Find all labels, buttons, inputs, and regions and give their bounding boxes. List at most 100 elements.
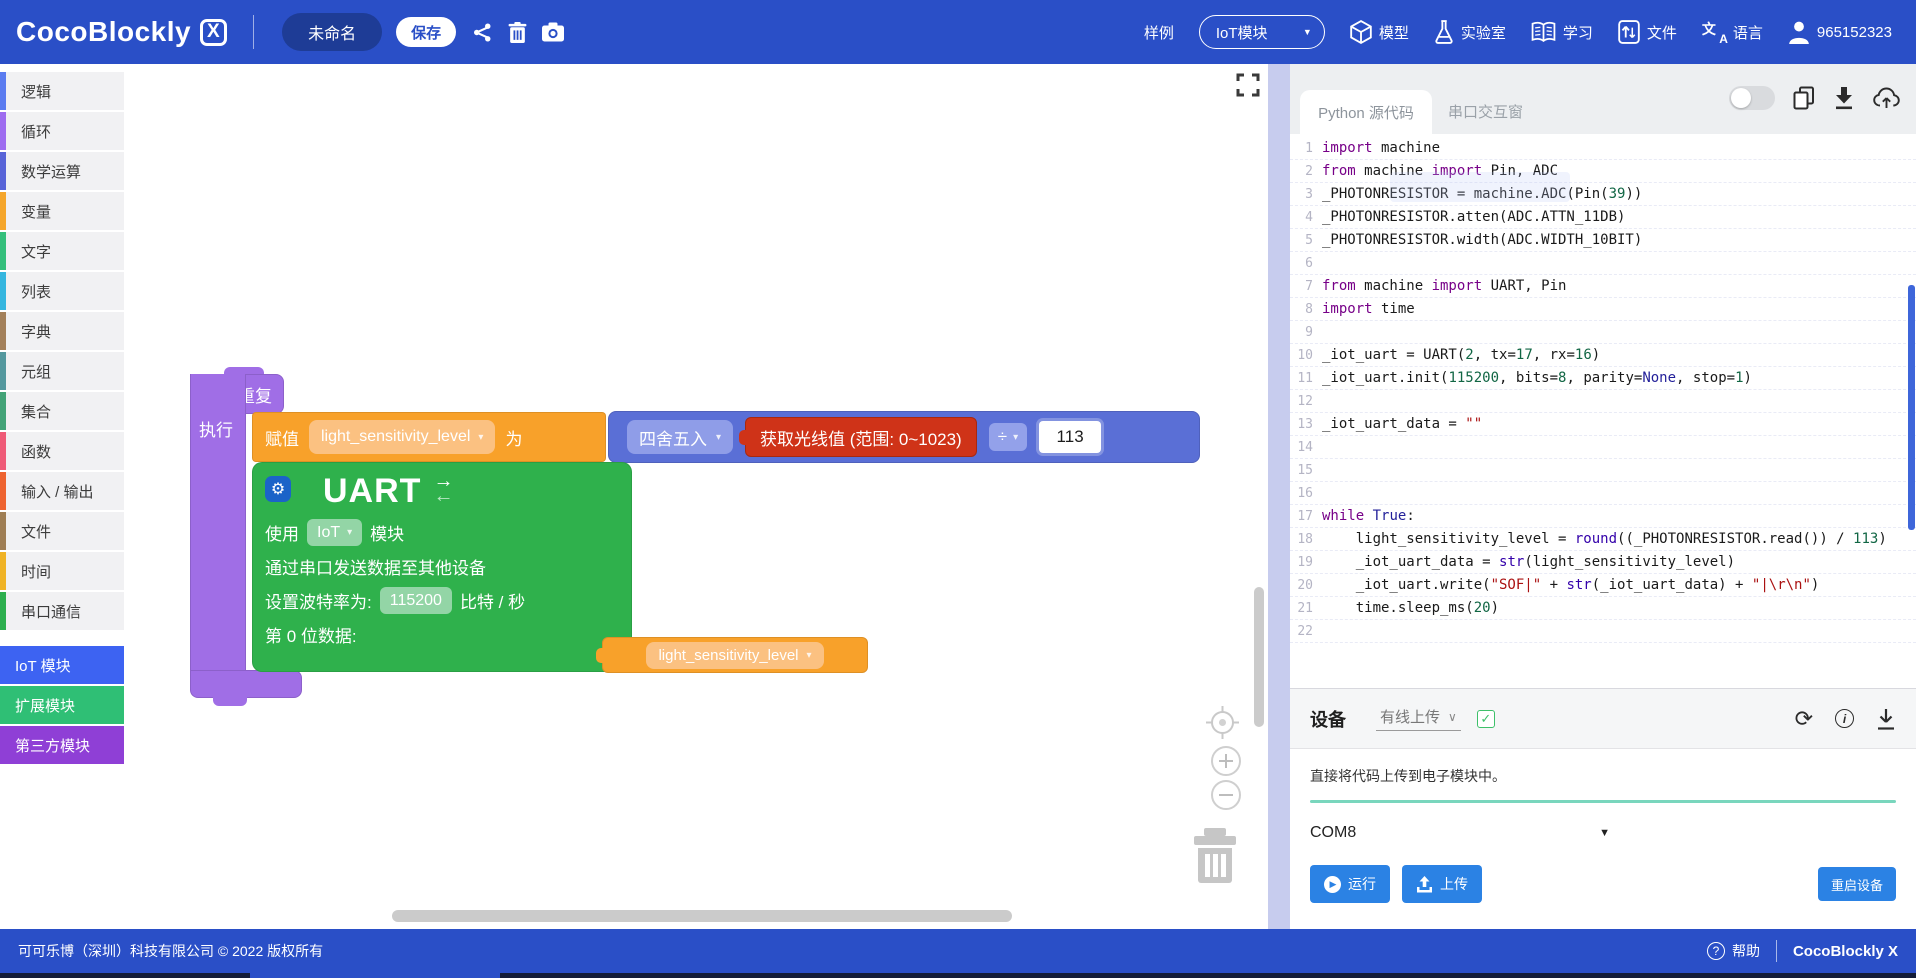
code-text: import machine (1322, 140, 1440, 156)
blockly-workspace[interactable]: 一直重复 执行 赋值 light_sensitivity_level ▾ 为 四… (124, 64, 1268, 929)
block-connector-nub (739, 430, 748, 445)
logo-text: CocoBlockly (16, 16, 191, 48)
operator-dropdown[interactable]: ÷ ▾ (989, 423, 1027, 451)
screenshot-icon[interactable] (542, 22, 564, 42)
math-expression-block[interactable]: 四舍五入 ▾ 获取光线值 (范围: 0~1023) ÷ ▾ 113 (608, 411, 1200, 463)
round-dropdown[interactable]: 四舍五入 ▾ (627, 420, 733, 454)
tab-serial-monitor[interactable]: 串口交互窗 (1448, 101, 1523, 122)
refresh-devices-icon[interactable]: ⟳ (1795, 709, 1813, 729)
sidebar-module-item[interactable]: 扩展模块 (0, 686, 124, 724)
sidebar-item[interactable]: 元组 (0, 352, 124, 390)
fullscreen-icon[interactable] (1236, 73, 1260, 97)
trash-icon[interactable] (1190, 826, 1240, 884)
variable-value-block[interactable]: light_sensitivity_level ▾ (602, 637, 868, 673)
light-sensor-block[interactable]: 获取光线值 (范围: 0~1023) (745, 417, 977, 457)
logo-x-badge: X (200, 19, 227, 46)
code-line: 15 (1290, 459, 1916, 482)
sidebar-item[interactable]: 输入 / 输出 (0, 472, 124, 510)
sidebar-item[interactable]: 逻辑 (0, 72, 124, 110)
module-type-select[interactable]: IoT模块 ▼ (1199, 15, 1325, 49)
sidebar-item[interactable]: 字典 (0, 312, 124, 350)
code-text: light_sensitivity_level = round((_PHOTON… (1322, 531, 1887, 547)
sidebar-item[interactable]: 文件 (0, 512, 124, 550)
uart-send-block[interactable]: ⚙ UART → ← 使用 IoT ▾ 模块 通过串口发送数据至其他设备 设置波… (252, 462, 632, 672)
com-port-select[interactable]: COM8 ▼ (1310, 824, 1610, 842)
code-line: 14 (1290, 436, 1916, 459)
code-text: _PHOTONRESISTOR.width(ADC.WIDTH_10BIT) (1322, 232, 1642, 248)
nav-language[interactable]: 文A 语言 (1702, 21, 1763, 43)
nav-files[interactable]: 文件 (1618, 20, 1677, 44)
sidebar-module-item[interactable]: 第三方模块 (0, 726, 124, 764)
progress-bar (1310, 800, 1896, 803)
zoom-in-icon[interactable] (1210, 745, 1242, 777)
cloud-upload-icon[interactable] (1873, 86, 1900, 110)
tab-python-source[interactable]: Python 源代码 (1300, 90, 1432, 134)
chevron-down-icon: ▼ (1303, 27, 1312, 37)
block-category-sidebar: 逻辑循环数学运算变量文字列表字典元组集合函数输入 / 输出文件时间串口通信 Io… (0, 64, 124, 929)
line-number: 3 (1290, 187, 1322, 202)
delete-icon[interactable] (508, 22, 527, 43)
divisor-number-field[interactable]: 113 (1039, 421, 1101, 453)
variable-dropdown[interactable]: light_sensitivity_level ▾ (646, 642, 823, 669)
sidebar-item[interactable]: 函数 (0, 432, 124, 470)
code-line: 19 _iot_uart_data = str(light_sensitivit… (1290, 551, 1916, 574)
code-line: 21 time.sleep_ms(20) (1290, 597, 1916, 620)
code-scrollbar[interactable] (1908, 285, 1915, 530)
nav-model[interactable]: 模型 (1350, 20, 1409, 44)
info-icon[interactable]: i (1835, 709, 1854, 728)
line-number: 22 (1290, 624, 1322, 639)
sidebar-item[interactable]: 时间 (0, 552, 124, 590)
restart-device-button[interactable]: 重启设备 (1818, 867, 1896, 901)
flask-icon (1434, 20, 1454, 44)
code-line: 10_iot_uart = UART(2, tx=17, rx=16) (1290, 344, 1916, 367)
model-cube-icon (1350, 20, 1372, 44)
code-line: 1import machine (1290, 137, 1916, 160)
filename-pill[interactable]: 未命名 (282, 13, 382, 51)
firmware-download-icon[interactable] (1876, 708, 1896, 730)
nav-learn[interactable]: 学习 (1531, 21, 1593, 43)
repeat-block-bottom[interactable] (190, 670, 302, 698)
run-button[interactable]: ▶ 运行 (1310, 865, 1390, 903)
sidebar-item[interactable]: 数学运算 (0, 152, 124, 190)
center-view-icon[interactable] (1204, 704, 1241, 741)
upload-mode-select[interactable]: 有线上传 ∨ (1376, 706, 1461, 731)
send-description: 通过串口发送数据至其他设备 (265, 554, 486, 579)
samples-link[interactable]: 样例 (1144, 22, 1174, 43)
upload-button[interactable]: 上传 (1402, 865, 1482, 903)
share-icon[interactable] (472, 22, 493, 43)
baud-rate-field[interactable]: 115200 (380, 587, 452, 614)
line-number: 18 (1290, 532, 1322, 547)
set-variable-block[interactable]: 赋值 light_sensitivity_level ▾ 为 (252, 412, 606, 462)
gear-icon[interactable]: ⚙ (265, 476, 291, 502)
sidebar-item[interactable]: 文字 (0, 232, 124, 270)
save-button[interactable]: 保存 (396, 17, 456, 47)
canvas-vertical-scrollbar[interactable] (1254, 587, 1264, 727)
nav-lab[interactable]: 实验室 (1434, 20, 1506, 44)
sidebar-item[interactable]: 列表 (0, 272, 124, 310)
sidebar-item[interactable]: 循环 (0, 112, 124, 150)
mode-checkbox[interactable]: ✓ (1477, 710, 1495, 728)
canvas-horizontal-scrollbar[interactable] (392, 910, 1012, 922)
sidebar-item[interactable]: 变量 (0, 192, 124, 230)
line-number: 16 (1290, 486, 1322, 501)
sidebar-module-item[interactable]: IoT 模块 (0, 646, 124, 684)
code-editor[interactable]: 1import machine2from machine import Pin,… (1290, 134, 1916, 688)
code-line: 22 (1290, 620, 1916, 643)
download-code-icon[interactable] (1833, 86, 1855, 110)
assign-to-label: 为 (505, 425, 522, 450)
code-edit-toggle[interactable] (1729, 86, 1775, 110)
sidebar-item[interactable]: 集合 (0, 392, 124, 430)
use-label: 使用 (265, 520, 299, 545)
do-label: 执行 (199, 416, 233, 441)
module-dropdown[interactable]: IoT ▾ (307, 519, 362, 546)
topbar: CocoBlockly X 未命名 保存 样例 IoT模块 ▼ 模型 (0, 0, 1916, 64)
device-panel: 设备 有线上传 ∨ ✓ ⟳ i 直接将代码上传到电子模块中。 COM8 ▼ (1290, 688, 1916, 929)
user-account[interactable]: 965152323 (1788, 20, 1892, 44)
copy-icon[interactable] (1793, 86, 1815, 110)
line-number: 17 (1290, 509, 1322, 524)
help-link[interactable]: ? 帮助 (1707, 941, 1760, 961)
zoom-out-icon[interactable] (1210, 779, 1242, 811)
panel-resizer[interactable] (1268, 64, 1290, 929)
sidebar-item[interactable]: 串口通信 (0, 592, 124, 630)
variable-dropdown[interactable]: light_sensitivity_level ▾ (309, 420, 495, 454)
